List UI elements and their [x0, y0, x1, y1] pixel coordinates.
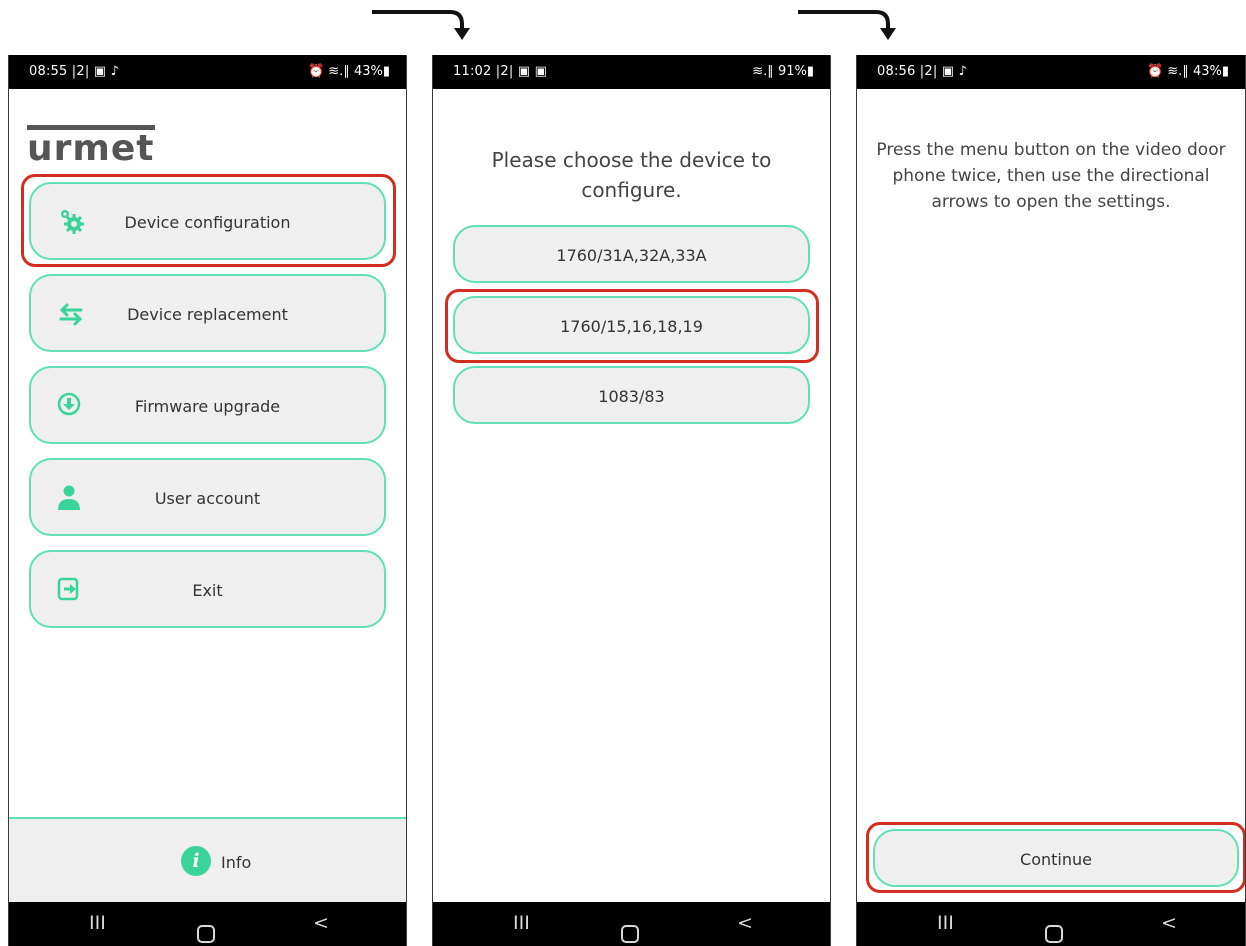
- android-nav-bar: III <: [857, 902, 1245, 946]
- phone-screen-device-select: 11:02 |2| ▣ ▣ ≋.∥ 91%▮ Please choose the…: [432, 55, 831, 946]
- highlight-device-option: [445, 289, 819, 363]
- info-bar[interactable]: i Info: [9, 817, 406, 904]
- device-choice-heading: Please choose the device to configure.: [433, 145, 830, 205]
- back-button[interactable]: <: [313, 912, 329, 934]
- home-icon: [621, 925, 639, 943]
- status-indicators: ⏰ ≋.∥ 43%▮: [1146, 64, 1229, 79]
- status-time: 08:56 |2| ▣ ♪: [877, 64, 968, 79]
- back-button[interactable]: <: [1161, 912, 1177, 934]
- exit-label: Exit: [192, 581, 223, 600]
- instruction-line-3: arrows to open the settings.: [931, 192, 1171, 212]
- device-replacement-button[interactable]: Device replacement: [29, 274, 386, 352]
- heading-line-2: configure.: [581, 178, 682, 202]
- device-option-label: 1760/31A,32A,33A: [556, 246, 707, 265]
- status-indicators: ⏰ ≋.∥ 43%▮: [307, 64, 390, 79]
- info-icon: i: [181, 846, 211, 876]
- phone-screen-instructions: 08:56 |2| ▣ ♪ ⏰ ≋.∥ 43%▮ Press the menu …: [856, 55, 1246, 946]
- back-button[interactable]: <: [737, 912, 753, 934]
- highlight-continue: [866, 822, 1245, 893]
- status-bar: 11:02 |2| ▣ ▣ ≋.∥ 91%▮: [433, 55, 830, 89]
- highlight-device-configuration: [21, 174, 396, 267]
- status-bar: 08:56 |2| ▣ ♪ ⏰ ≋.∥ 43%▮: [857, 55, 1245, 89]
- device-option-1760-31a[interactable]: 1760/31A,32A,33A: [453, 225, 810, 283]
- heading-line-1: Please choose the device to: [491, 148, 772, 172]
- instruction-line-2: phone twice, then use the directional: [892, 166, 1210, 186]
- firmware-upgrade-button[interactable]: Firmware upgrade: [29, 366, 386, 444]
- firmware-upgrade-label: Firmware upgrade: [134, 397, 281, 416]
- device-option-1083-83[interactable]: 1083/83: [453, 366, 810, 424]
- home-icon: [197, 925, 215, 943]
- recent-apps-button[interactable]: III: [513, 912, 530, 934]
- status-bar: 08:55 |2| ▣ ♪ ⏰ ≋.∥ 43%▮: [9, 55, 406, 89]
- exit-button[interactable]: Exit: [29, 550, 386, 628]
- android-nav-bar: III <: [433, 902, 830, 946]
- instruction-text: Press the menu button on the video door …: [857, 137, 1245, 215]
- recent-apps-button[interactable]: III: [89, 912, 106, 934]
- info-label: Info: [221, 853, 252, 872]
- phone-screen-main-menu: 08:55 |2| ▣ ♪ ⏰ ≋.∥ 43%▮ urmet Device co…: [8, 55, 407, 946]
- urmet-logo: urmet: [27, 125, 155, 167]
- home-icon: [1045, 925, 1063, 943]
- recent-apps-button[interactable]: III: [937, 912, 954, 934]
- user-account-button[interactable]: User account: [29, 458, 386, 536]
- status-time: 08:55 |2| ▣ ♪: [29, 64, 120, 79]
- flow-arrow-1: [372, 10, 470, 40]
- flow-arrow-2: [798, 10, 896, 40]
- device-replacement-label: Device replacement: [127, 305, 288, 324]
- user-account-label: User account: [154, 489, 261, 508]
- android-nav-bar: III <: [9, 902, 406, 946]
- status-indicators: ≋.∥ 91%▮: [752, 64, 814, 79]
- instruction-line-1: Press the menu button on the video door: [876, 140, 1226, 160]
- status-time: 11:02 |2| ▣ ▣: [453, 64, 548, 79]
- device-option-label: 1083/83: [598, 387, 665, 406]
